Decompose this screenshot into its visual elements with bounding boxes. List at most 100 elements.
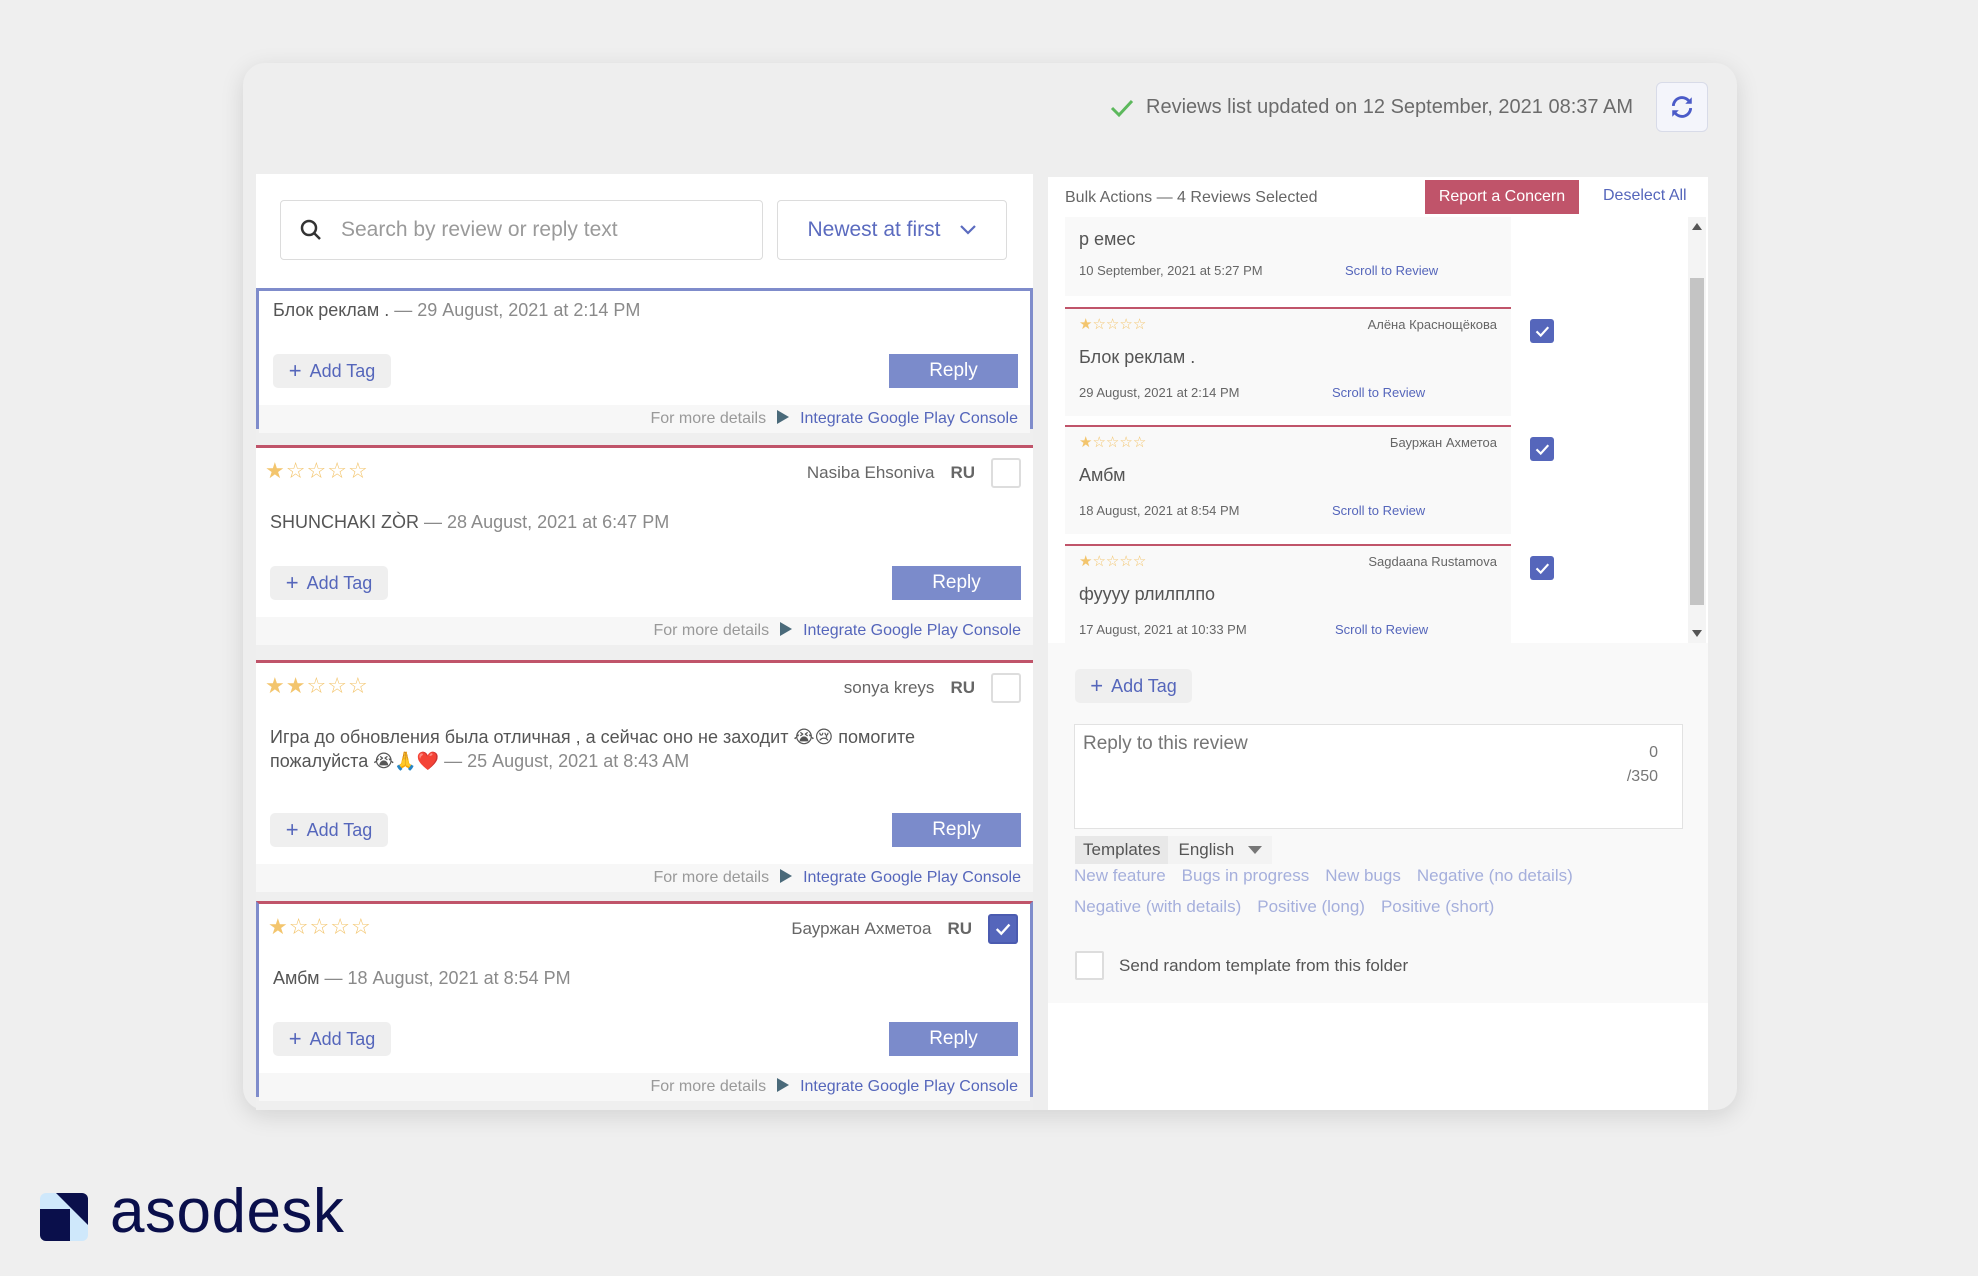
scrollbar-thumb[interactable] (1690, 278, 1704, 605)
reply-button[interactable]: Reply (892, 813, 1021, 847)
language-dropdown[interactable]: English (1168, 836, 1273, 864)
deselect-all-link[interactable]: Deselect All (1603, 187, 1687, 205)
update-status: Reviews list updated on 12 September, 20… (1110, 96, 1633, 119)
review-footer: For more details Integrate Google Play Co… (259, 405, 1030, 433)
selected-review-checkbox[interactable] (1530, 319, 1554, 343)
review-text: Блок реклам . — 29 August, 2021 at 2:14 … (273, 298, 993, 322)
integrate-google-play-link[interactable]: Integrate Google Play Console (800, 1078, 1018, 1096)
check-icon (1110, 99, 1134, 117)
star-empty-icon: ☆ (350, 914, 372, 939)
selected-review-author: Алёна Краснощёкова (1367, 317, 1497, 332)
star-empty-icon: ☆ (1092, 316, 1106, 333)
reply-button[interactable]: Reply (889, 354, 1018, 388)
star-empty-icon: ☆ (1119, 434, 1133, 451)
review-footer: For more details Integrate Google Play Co… (259, 1073, 1030, 1101)
reply-button[interactable]: Reply (889, 1022, 1018, 1056)
language-value: English (1178, 840, 1235, 859)
star-empty-icon: ☆ (327, 458, 348, 483)
reply-textarea[interactable]: 0 /350 (1074, 724, 1683, 829)
scroll-up-arrow-icon[interactable] (1692, 223, 1702, 230)
star-empty-icon: ☆ (1105, 316, 1120, 333)
add-tag-button[interactable]: + Add Tag (1075, 669, 1192, 703)
selected-review-date: 17 August, 2021 at 10:33 PM (1079, 622, 1247, 637)
reply-button[interactable]: Reply (892, 566, 1021, 600)
scroll-down-arrow-icon[interactable] (1692, 630, 1702, 637)
reviews-list: Search by review or reply text Newest at… (256, 174, 1033, 1110)
search-icon (300, 219, 321, 240)
sort-value: Newest at first (807, 218, 941, 241)
selected-reviews-list: р емес 10 September, 2021 at 5:27 PM Scrol… (1048, 217, 1708, 643)
star-empty-icon: ☆ (1092, 434, 1106, 451)
review-date-separator: — (389, 300, 418, 320)
review-card: ★☆☆☆☆ Бауржан Ахметоа RU Амбм — 18 August, … (256, 901, 1033, 1101)
brand-name: asodesk (110, 1177, 345, 1246)
review-card: Блок реклам . — 29 August, 2021 at 2:14 … (256, 288, 1033, 433)
add-tag-button[interactable]: + Add Tag (270, 566, 388, 600)
char-max: /350 (1626, 768, 1658, 785)
template-link[interactable]: Bugs in progress (1182, 866, 1310, 886)
search-input[interactable]: Search by review or reply text (280, 200, 763, 260)
selected-review-checkbox[interactable] (1530, 556, 1554, 580)
scroll-to-review-link[interactable]: Scroll to Review (1332, 503, 1425, 518)
add-tag-label: Add Tag (309, 360, 376, 381)
star-rating: ★☆☆☆☆ (268, 914, 372, 940)
review-select-checkbox[interactable] (991, 673, 1021, 703)
template-link[interactable]: Positive (short) (1381, 897, 1494, 917)
plus-icon: + (288, 358, 302, 383)
random-template-checkbox[interactable] (1075, 951, 1104, 980)
template-link[interactable]: Positive (long) (1257, 897, 1365, 917)
star-filled-icon: ★ (265, 673, 286, 698)
template-link[interactable]: New bugs (1325, 866, 1401, 886)
star-empty-icon: ☆ (1132, 434, 1147, 451)
templates-selector: Templates English (1075, 836, 1273, 864)
refresh-button[interactable] (1656, 82, 1708, 132)
scroll-to-review-link[interactable]: Scroll to Review (1345, 263, 1438, 278)
star-filled-icon: ★ (268, 914, 289, 939)
review-select-checkbox[interactable] (991, 458, 1021, 488)
add-tag-button[interactable]: + Add Tag (273, 354, 391, 388)
integrate-google-play-link[interactable]: Integrate Google Play Console (803, 869, 1021, 887)
integrate-google-play-link[interactable]: Integrate Google Play Console (803, 622, 1021, 640)
reply-input[interactable] (1083, 733, 1563, 755)
review-author: Бауржан Ахметоа (791, 919, 932, 938)
star-empty-icon: ☆ (327, 673, 348, 698)
add-tag-label: Add Tag (1111, 675, 1177, 696)
more-details-label: For more details (650, 410, 767, 427)
plus-icon: + (1090, 673, 1104, 698)
review-footer: For more details Integrate Google Play Co… (256, 864, 1033, 892)
scroll-to-review-link[interactable]: Scroll to Review (1335, 622, 1428, 637)
scroll-to-review-link[interactable]: Scroll to Review (1332, 385, 1425, 400)
review-language: RU (947, 919, 972, 938)
selected-review-text: Блок реклам . (1079, 347, 1196, 367)
star-empty-icon: ☆ (1132, 316, 1147, 333)
bulk-actions-title: Bulk Actions — 4 Reviews Selected (1065, 189, 1318, 206)
selected-review-checkbox[interactable] (1530, 437, 1554, 461)
bulk-actions-bar: Bulk Actions — 4 Reviews Selected Report… (1048, 177, 1708, 217)
add-tag-button[interactable]: + Add Tag (270, 813, 388, 847)
star-rating: ★★☆☆☆ (265, 673, 369, 699)
star-filled-icon: ★ (1079, 316, 1093, 333)
star-empty-icon: ☆ (347, 458, 369, 483)
review-body: SHUNCHAKI ZÒR (270, 512, 420, 532)
template-link[interactable]: New feature (1074, 866, 1166, 886)
sort-dropdown[interactable]: Newest at first (777, 200, 1007, 260)
add-tag-button[interactable]: + Add Tag (273, 1022, 391, 1056)
review-select-checkbox[interactable] (988, 914, 1018, 944)
star-empty-icon: ☆ (1105, 553, 1120, 570)
report-concern-button[interactable]: Report a Concern (1425, 180, 1579, 214)
selected-review-text: Амбм (1079, 465, 1126, 485)
template-link[interactable]: Negative (no details) (1417, 866, 1573, 886)
asodesk-logo-icon (40, 1193, 88, 1241)
review-meta: Бауржан Ахметоа RU (791, 914, 1018, 944)
selected-review-text: фуууу рлилплпо (1079, 584, 1216, 604)
review-footer: For more details Integrate Google Play Co… (256, 617, 1033, 645)
star-empty-icon: ☆ (330, 914, 351, 939)
add-tag-label: Add Tag (306, 819, 373, 840)
selected-review-item: ★☆☆☆☆ Алёна Краснощёкова Блок реклам . 29 A… (1065, 307, 1511, 416)
integrate-google-play-link[interactable]: Integrate Google Play Console (800, 410, 1018, 428)
review-body: Блок реклам . (273, 300, 390, 320)
template-link[interactable]: Negative (with details) (1074, 897, 1241, 917)
star-rating: ★☆☆☆☆ (1079, 552, 1146, 570)
template-links-row: Negative (with details) Positive (long) Po… (1074, 897, 1494, 917)
review-meta: sonya kreys RU (844, 673, 1021, 703)
